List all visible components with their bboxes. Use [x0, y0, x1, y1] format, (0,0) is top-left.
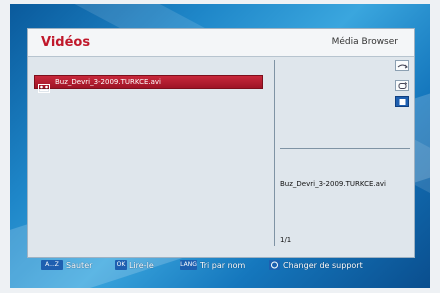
- hint-sort-label: Tri par nom: [200, 261, 246, 270]
- video-file-icon: [38, 78, 50, 93]
- stop-icon[interactable]: [395, 96, 409, 107]
- horizontal-divider: [280, 148, 410, 149]
- shuffle-icon[interactable]: [395, 80, 409, 91]
- page-title: Vidéos: [41, 35, 91, 50]
- footer-hints: A...Z Sauter OK Lire-le LANG Tri par nom…: [27, 259, 413, 272]
- page-counter: 1/1: [280, 236, 292, 244]
- app-title: Média Browser: [331, 37, 398, 47]
- hint-play-label: Lire-le: [129, 261, 154, 270]
- media-browser-panel: Vidéos Média Browser Buz_Devri_3-2009.TU…: [27, 28, 415, 258]
- file-name: Buz_Devri_3-2009.TURKCE.avi: [55, 78, 161, 86]
- hint-change-source-label: Changer de support: [283, 261, 363, 270]
- circle-key-icon: [269, 260, 280, 270]
- preview-filename: Buz_Devri_3-2009.TURKCE.avi: [280, 180, 386, 188]
- file-row-selected[interactable]: Buz_Devri_3-2009.TURKCE.avi: [34, 75, 263, 93]
- lang-key-icon: LANG: [180, 260, 197, 270]
- az-key-icon: A...Z: [41, 260, 63, 270]
- file-list: Buz_Devri_3-2009.TURKCE.avi: [34, 75, 263, 93]
- hint-jump-label: Sauter: [66, 261, 93, 270]
- ok-key-icon: OK: [115, 260, 127, 270]
- vertical-divider: [274, 60, 275, 246]
- repeat-icon[interactable]: [395, 60, 409, 71]
- header-bar: Vidéos Média Browser: [28, 29, 414, 57]
